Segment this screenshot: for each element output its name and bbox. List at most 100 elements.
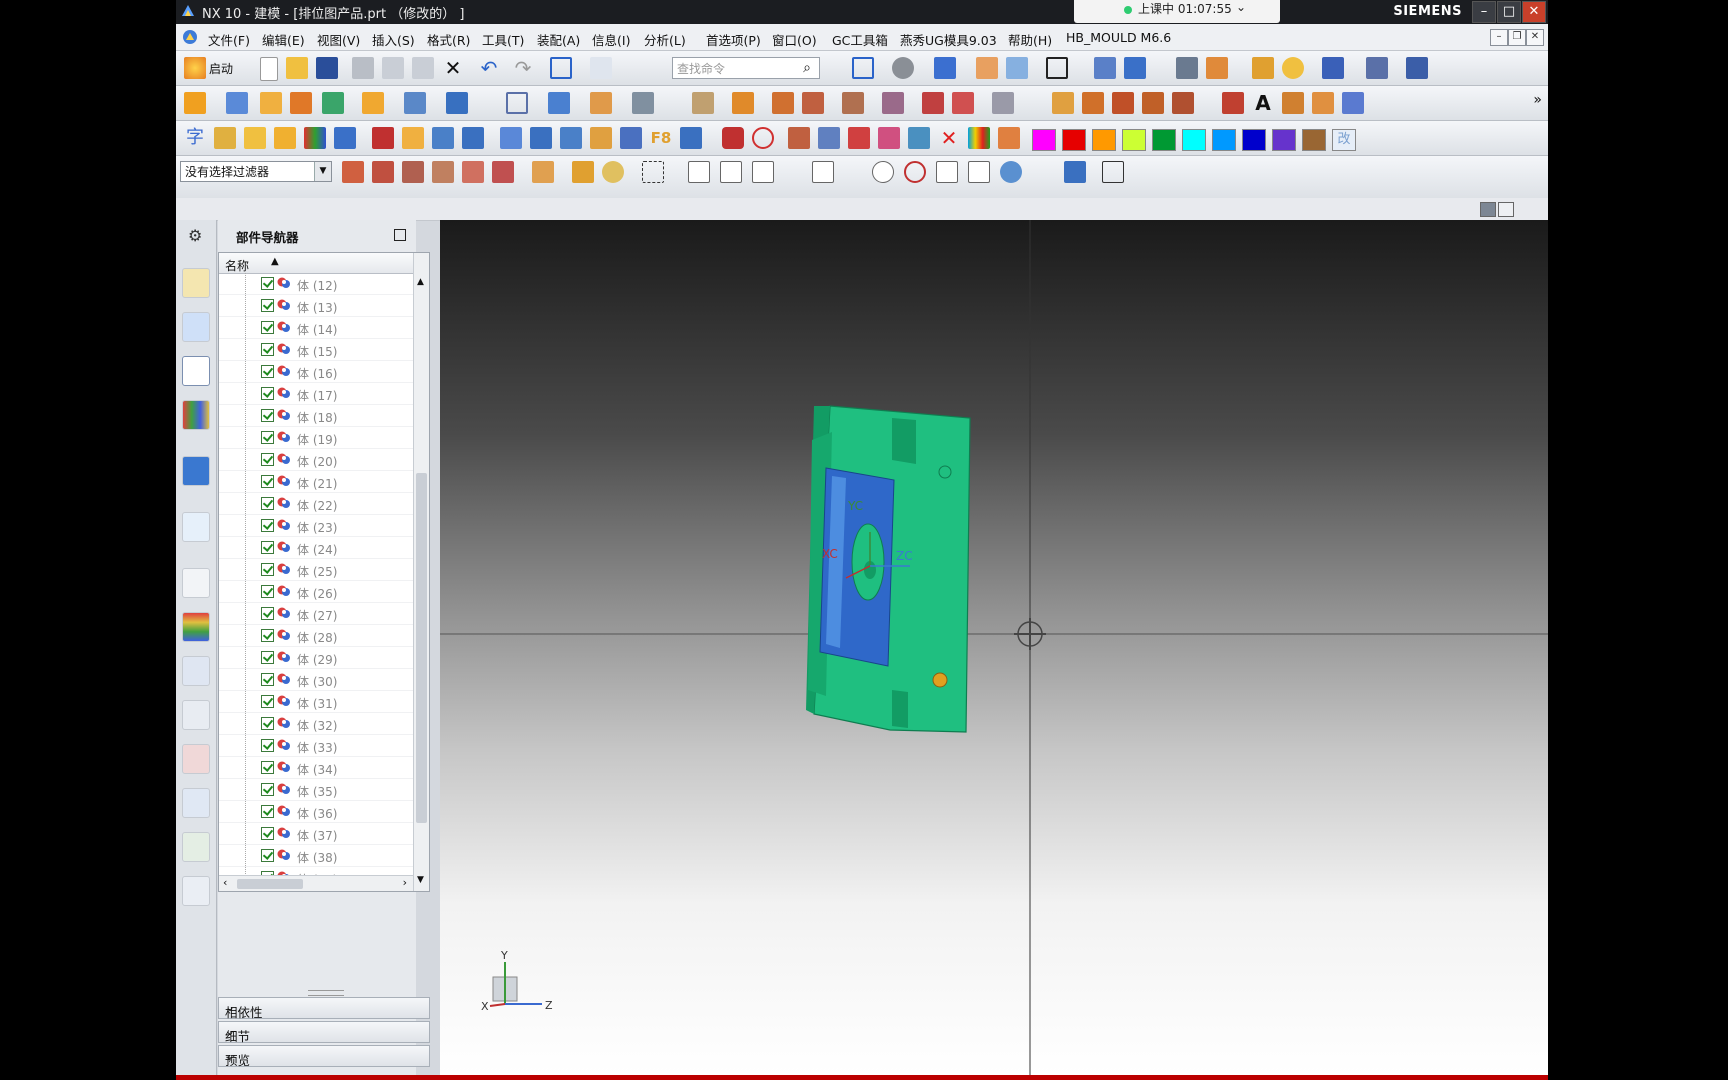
- unite-icon[interactable]: [322, 92, 344, 114]
- paste-icon[interactable]: [412, 57, 434, 79]
- visibility-checkbox[interactable]: [261, 497, 274, 510]
- menu-view[interactable]: 视图(V): [317, 30, 360, 49]
- close-button[interactable]: ✕: [1522, 1, 1546, 23]
- select-tool-6-icon[interactable]: [492, 161, 514, 183]
- text-icon[interactable]: A: [1252, 92, 1274, 114]
- part-model[interactable]: YC XC ZC: [806, 405, 971, 733]
- show-hide-icon[interactable]: [1006, 57, 1028, 79]
- select-tool-1-icon[interactable]: [342, 161, 364, 183]
- hatch-icon[interactable]: [788, 127, 810, 149]
- mould-tool-6-icon[interactable]: [882, 92, 904, 114]
- block-tool-icon[interactable]: [244, 127, 266, 149]
- maximize-button[interactable]: □: [1497, 1, 1521, 23]
- window-layout-icon[interactable]: [550, 57, 572, 79]
- pattern-icon[interactable]: [290, 92, 312, 114]
- select-tool-7-icon[interactable]: [532, 161, 554, 183]
- new-file-icon[interactable]: [260, 57, 278, 81]
- navigator-row[interactable]: 体 (17): [219, 383, 413, 405]
- process-studio-icon[interactable]: [182, 656, 210, 686]
- extrude-icon[interactable]: [184, 92, 206, 114]
- layer-icon[interactable]: [976, 57, 998, 79]
- mould-tool-8-icon[interactable]: [952, 92, 974, 114]
- visibility-checkbox[interactable]: [261, 651, 274, 664]
- manufacturing-wizard-icon[interactable]: [182, 700, 210, 730]
- horizontal-scroll-thumb[interactable]: [237, 879, 303, 889]
- assembly-navigator-icon[interactable]: [182, 268, 210, 298]
- scroll-left-icon[interactable]: ‹: [223, 876, 227, 889]
- navigator-row[interactable]: 体 (31): [219, 691, 413, 713]
- command-finder-icon[interactable]: [590, 57, 612, 79]
- navigator-row[interactable]: 体 (33): [219, 735, 413, 757]
- menu-tools[interactable]: 工具(T): [482, 30, 524, 49]
- background-icon[interactable]: [1046, 57, 1068, 79]
- cut-icon[interactable]: [352, 57, 374, 79]
- visibility-checkbox[interactable]: [261, 849, 274, 862]
- curve-tool-3-icon[interactable]: [1112, 92, 1134, 114]
- x-tool-icon[interactable]: [680, 127, 702, 149]
- clock-icon[interactable]: [182, 568, 210, 598]
- menu-help[interactable]: 帮助(H): [1008, 30, 1052, 49]
- menu-assembly[interactable]: 装配(A): [537, 30, 580, 49]
- start-icon[interactable]: [184, 57, 206, 79]
- end-point-icon[interactable]: [720, 161, 742, 183]
- stand-icon[interactable]: [334, 127, 356, 149]
- grid-icon[interactable]: [818, 127, 840, 149]
- pink-tool-icon[interactable]: [878, 127, 900, 149]
- navigator-row[interactable]: 体 (18): [219, 405, 413, 427]
- mesh-icon[interactable]: [1102, 161, 1124, 183]
- menu-preferences[interactable]: 首选项(P): [706, 30, 761, 49]
- navigator-row[interactable]: 体 (34): [219, 757, 413, 779]
- step-icon[interactable]: [462, 127, 484, 149]
- mould-tool-5-icon[interactable]: [842, 92, 864, 114]
- visibility-checkbox[interactable]: [261, 475, 274, 488]
- touch-mode-icon[interactable]: [1252, 57, 1274, 79]
- curve-tool-8-icon[interactable]: [1342, 92, 1364, 114]
- color-swatch-purple[interactable]: [1272, 129, 1296, 151]
- visibility-checkbox[interactable]: [261, 365, 274, 378]
- delete-icon[interactable]: ✕: [442, 57, 464, 79]
- save-icon[interactable]: [316, 57, 338, 79]
- bolt-icon[interactable]: [432, 127, 454, 149]
- k-icon[interactable]: [848, 127, 870, 149]
- red-x-icon[interactable]: ✕: [938, 127, 960, 149]
- preview-panel[interactable]: 预览 ⌄: [218, 1045, 430, 1068]
- intersection-point-icon[interactable]: [812, 161, 834, 183]
- red-cube-icon[interactable]: [722, 127, 744, 149]
- mould-tool-9-icon[interactable]: [992, 92, 1014, 114]
- doc-minimize-button[interactable]: –: [1490, 29, 1508, 46]
- visibility-checkbox[interactable]: [261, 541, 274, 554]
- chevron-down-icon[interactable]: ⌄: [225, 1048, 425, 1062]
- visibility-checkbox[interactable]: [261, 607, 274, 620]
- gear-icon[interactable]: ⚙: [188, 226, 202, 245]
- navigator-row[interactable]: 体 (27): [219, 603, 413, 625]
- mould-tool-3-icon[interactable]: [772, 92, 794, 114]
- color-swatch-green[interactable]: [1152, 129, 1176, 151]
- quadrant-point-icon[interactable]: [904, 161, 926, 183]
- clear-snap-icon[interactable]: [1032, 161, 1054, 183]
- palette-icon[interactable]: [968, 127, 990, 149]
- ruler-icon[interactable]: [1406, 57, 1428, 79]
- menu-format[interactable]: 格式(R): [427, 30, 470, 49]
- curve-tool-4-icon[interactable]: [1142, 92, 1164, 114]
- mould-tool-2-icon[interactable]: [732, 92, 754, 114]
- sketch-icon[interactable]: [506, 92, 528, 114]
- grid-snap-icon[interactable]: [1064, 161, 1086, 183]
- document-icon[interactable]: [182, 876, 210, 906]
- scroll-up-icon[interactable]: ▲: [417, 277, 424, 287]
- navigator-row[interactable]: 体 (36): [219, 801, 413, 823]
- mould-tool-4-icon[interactable]: [802, 92, 824, 114]
- navigator-row[interactable]: 体 (14): [219, 317, 413, 339]
- visibility-checkbox[interactable]: [261, 827, 274, 840]
- menu-file[interactable]: 文件(F): [208, 30, 250, 49]
- color-swatch-lime[interactable]: [1122, 129, 1146, 151]
- mould-icon-a[interactable]: [500, 127, 522, 149]
- measure-icon[interactable]: [1282, 57, 1304, 79]
- color-swatch-red[interactable]: [1062, 129, 1086, 151]
- menu-yanxiu-ug-mould[interactable]: 燕秀UG模具9.03: [900, 30, 997, 49]
- undo-icon[interactable]: ↶: [478, 57, 500, 79]
- navigator-row[interactable]: 体 (29): [219, 647, 413, 669]
- menu-window[interactable]: 窗口(O): [772, 30, 817, 49]
- visibility-checkbox[interactable]: [261, 409, 274, 422]
- camera-icon[interactable]: [1124, 57, 1146, 79]
- chevron-down-icon[interactable]: ⌄: [225, 1024, 425, 1038]
